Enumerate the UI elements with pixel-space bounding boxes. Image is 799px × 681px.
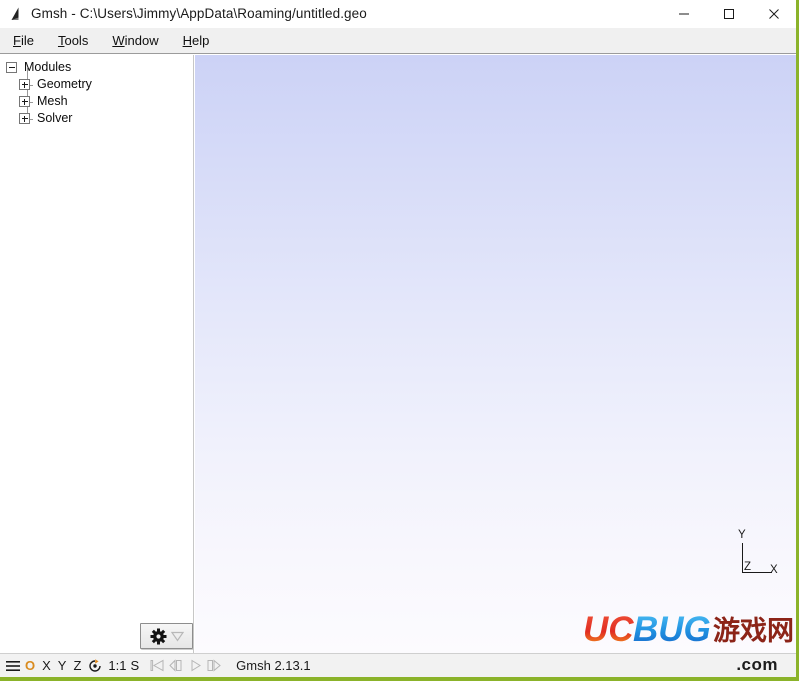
svg-text:BUG: BUG — [633, 610, 711, 649]
tree-item-label: Geometry — [37, 77, 92, 91]
axis-vertical-line — [742, 543, 743, 573]
scale-indicator[interactable]: 1:1 — [108, 654, 126, 678]
minimize-button[interactable] — [661, 0, 706, 28]
tree-item-geometry[interactable]: Geometry — [0, 76, 193, 93]
menu-item-help[interactable]: Help — [172, 30, 221, 52]
view-y-button[interactable]: Y — [58, 654, 67, 678]
menu-label-rest: ools — [64, 32, 89, 48]
tree-item-label: Solver — [37, 111, 73, 125]
hamburger-menu-icon[interactable] — [4, 654, 22, 678]
tree-item-label: Modules — [24, 60, 72, 74]
tree-item-mesh[interactable]: Mesh — [0, 93, 193, 110]
ucbug-watermark: UC BUG 游戏网 — [581, 605, 796, 653]
window-controls — [661, 0, 796, 28]
step-back-icon[interactable] — [168, 654, 185, 678]
axis-label-x: X — [770, 564, 778, 576]
menu-mnemonic: F — [13, 32, 21, 48]
maximize-button[interactable] — [706, 0, 751, 28]
menu-item-file[interactable]: File — [2, 30, 45, 52]
tree-item-modules[interactable]: Modules — [0, 59, 193, 76]
menu-mnemonic: H — [182, 32, 192, 48]
tree-item-solver[interactable]: Solver — [0, 110, 193, 127]
view-z-button[interactable]: Z — [73, 654, 81, 678]
menu-item-tools[interactable]: Tools — [47, 30, 99, 52]
tree-toggle-plus-icon[interactable] — [19, 96, 30, 107]
version-label: Gmsh 2.13.1 — [236, 657, 311, 673]
tree-toggle-plus-icon[interactable] — [19, 79, 30, 90]
gear-icon — [150, 628, 167, 645]
gmsh-application-window: Gmsh - C:\Users\Jimmy\AppData\Roaming/un… — [0, 0, 799, 681]
play-icon[interactable] — [187, 654, 204, 678]
tree-toggle-plus-icon[interactable] — [19, 113, 30, 124]
menu-label-rest: elp — [191, 32, 210, 48]
axis-label-y: Y — [738, 529, 746, 541]
triangle-down-icon[interactable] — [170, 631, 184, 642]
status-bar: O X Y Z 1:1 S Gmsh 2.13.1 .com — [0, 653, 796, 677]
rotate-icon[interactable] — [87, 654, 102, 678]
tree-toggle-minus-icon[interactable] — [6, 62, 17, 73]
close-button[interactable] — [751, 0, 796, 28]
skip-to-start-icon[interactable] — [149, 654, 166, 678]
svg-text:游戏网: 游戏网 — [713, 616, 794, 647]
axis-label-z: Z — [744, 561, 752, 573]
graphics-canvas[interactable]: Y X Z UC BUG 游戏网 — [195, 55, 796, 653]
window-title: Gmsh - C:\Users\Jimmy\AppData\Roaming/un… — [31, 6, 367, 21]
gmsh-cone-icon — [8, 6, 24, 22]
options-gear-button[interactable] — [140, 623, 193, 649]
menu-bar: File Tools Window Help — [0, 28, 796, 54]
modules-tree: Modules Geometry Mesh Solver — [0, 55, 193, 127]
watermark-dotcom-label: .com — [736, 655, 778, 674]
svg-text:UC: UC — [583, 610, 634, 649]
modules-tree-panel: Modules Geometry Mesh Solver — [0, 55, 194, 653]
menu-label-rest: ile — [20, 32, 34, 48]
tree-item-label: Mesh — [37, 94, 68, 108]
title-bar: Gmsh - C:\Users\Jimmy\AppData\Roaming/un… — [0, 0, 796, 28]
menu-mnemonic: W — [112, 32, 125, 48]
step-forward-icon[interactable] — [206, 654, 223, 678]
selection-toggle[interactable]: S — [131, 654, 140, 678]
menu-label-rest: indow — [124, 32, 159, 48]
view-x-button[interactable]: X — [42, 654, 51, 678]
menu-item-window[interactable]: Window — [101, 30, 169, 52]
axis-triad: Y X Z — [732, 529, 778, 577]
orientation-reset-button[interactable]: O — [25, 654, 35, 678]
